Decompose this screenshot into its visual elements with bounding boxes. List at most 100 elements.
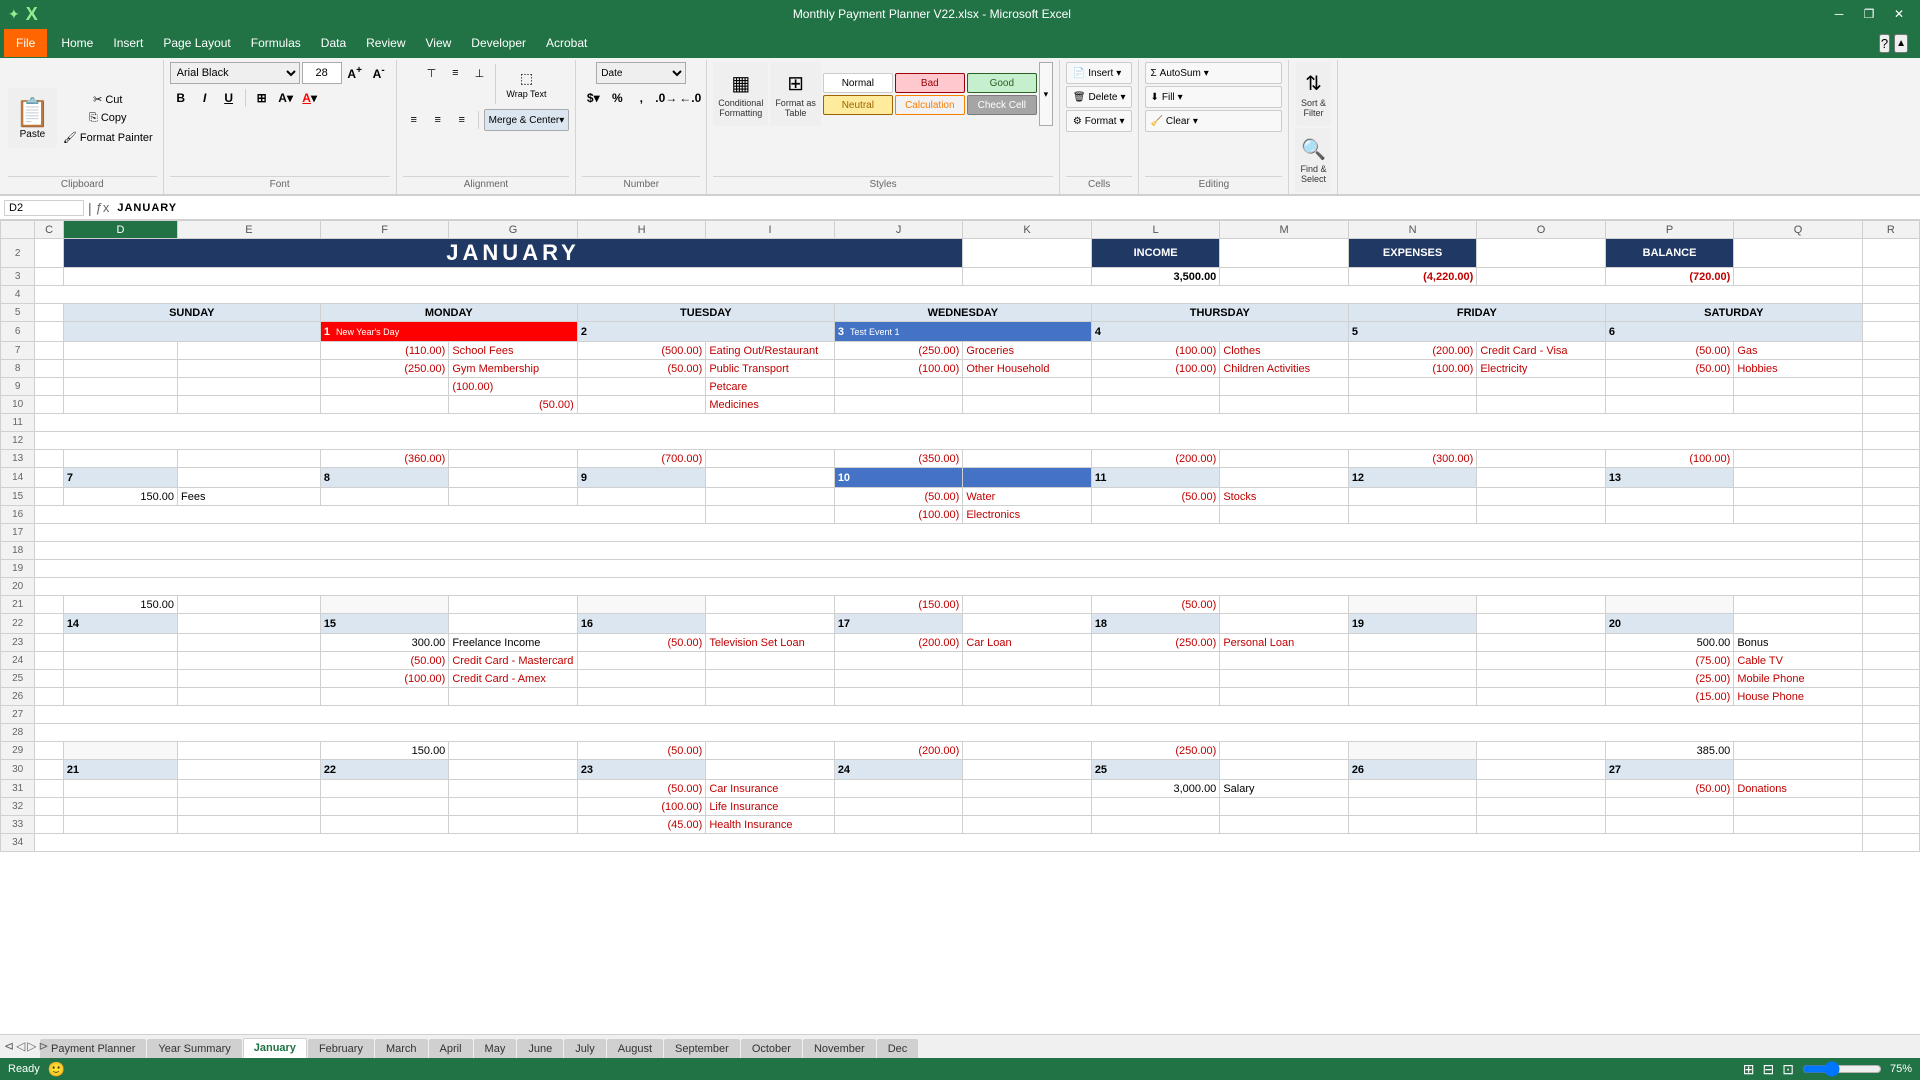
col-header-c[interactable]: C bbox=[35, 221, 64, 239]
col-header-o[interactable]: O bbox=[1477, 221, 1606, 239]
close-button[interactable]: ✕ bbox=[1886, 4, 1912, 24]
col-header-p[interactable]: P bbox=[1605, 221, 1734, 239]
sheet-nav-next[interactable]: ▷ bbox=[27, 1039, 36, 1053]
day-wed-w1[interactable]: 3Test Event 1 bbox=[834, 322, 1091, 342]
fill-color-button[interactable]: A▾ bbox=[275, 87, 297, 109]
style-good-button[interactable]: Good bbox=[967, 73, 1037, 93]
menu-page-layout[interactable]: Page Layout bbox=[153, 29, 240, 57]
style-neutral-button[interactable]: Neutral bbox=[823, 95, 893, 115]
sheet-tab-july[interactable]: July bbox=[564, 1039, 606, 1058]
page-layout-icon[interactable]: ⊞ bbox=[1743, 1061, 1755, 1078]
sheet-tab-dec[interactable]: Dec bbox=[877, 1039, 919, 1058]
autosum-button[interactable]: Σ AutoSum▾ bbox=[1145, 62, 1282, 84]
col-header-q[interactable]: Q bbox=[1734, 221, 1863, 239]
menu-home[interactable]: Home bbox=[51, 29, 103, 57]
col-header-n[interactable]: N bbox=[1348, 221, 1477, 239]
style-calc-button[interactable]: Calculation bbox=[895, 95, 965, 115]
day-sat-w1[interactable]: 6 bbox=[1605, 322, 1862, 342]
col-header-i[interactable]: I bbox=[706, 221, 835, 239]
style-check-button[interactable]: Check Cell bbox=[967, 95, 1037, 115]
day-tue-w1[interactable]: 2 bbox=[577, 322, 834, 342]
sheet-nav-prev[interactable]: ◁ bbox=[16, 1039, 25, 1053]
format-as-table-button[interactable]: ⊞ Format asTable bbox=[770, 62, 821, 126]
paste-button[interactable]: 📋 Paste bbox=[8, 88, 57, 148]
col-header-m[interactable]: M bbox=[1220, 221, 1349, 239]
sort-filter-button[interactable]: ⇅ Sort &Filter bbox=[1296, 62, 1331, 126]
center-align-button[interactable]: ≡ bbox=[427, 109, 449, 131]
menu-review[interactable]: Review bbox=[356, 29, 415, 57]
sheet-tab-year-summary[interactable]: Year Summary bbox=[147, 1039, 241, 1058]
sheet-tab-june[interactable]: June bbox=[517, 1039, 563, 1058]
day-thu-w1[interactable]: 4 bbox=[1091, 322, 1348, 342]
wrap-text-button[interactable]: ⬚ Wrap Text bbox=[501, 62, 551, 106]
italic-button[interactable]: I bbox=[194, 87, 216, 109]
day-sun-w1[interactable] bbox=[63, 322, 320, 342]
january-header[interactable]: JANUARY bbox=[63, 239, 963, 268]
font-size-input[interactable] bbox=[302, 62, 342, 84]
top-align-button[interactable]: ⊤ bbox=[420, 62, 442, 84]
normal-view-icon[interactable]: ⊡ bbox=[1782, 1061, 1794, 1078]
col-header-r[interactable]: R bbox=[1862, 221, 1919, 239]
sheet-tab-april[interactable]: April bbox=[429, 1039, 473, 1058]
style-bad-button[interactable]: Bad bbox=[895, 73, 965, 93]
number-format-select[interactable]: Date General Number Currency bbox=[596, 62, 686, 84]
ribbon-toggle[interactable]: ▲ bbox=[1894, 34, 1908, 53]
border-button[interactable]: ⊞ bbox=[251, 87, 273, 109]
style-normal-button[interactable]: Normal bbox=[823, 73, 893, 93]
col-header-e[interactable]: E bbox=[178, 221, 321, 239]
font-color-button[interactable]: A▾ bbox=[299, 87, 321, 109]
sheet-tab-may[interactable]: May bbox=[474, 1039, 517, 1058]
menu-acrobat[interactable]: Acrobat bbox=[536, 29, 597, 57]
right-align-button[interactable]: ≡ bbox=[451, 109, 473, 131]
col-header-g[interactable]: G bbox=[449, 221, 578, 239]
accounting-button[interactable]: $▾ bbox=[582, 87, 604, 109]
decrease-font-button[interactable]: A- bbox=[368, 62, 390, 84]
zoom-slider[interactable] bbox=[1802, 1061, 1882, 1077]
spreadsheet-wrapper[interactable]: C D E F G H I J K L M N O P Q bbox=[0, 220, 1920, 1034]
help-button[interactable]: ? bbox=[1879, 34, 1890, 53]
minimize-button[interactable]: ─ bbox=[1826, 4, 1852, 24]
expenses-value[interactable]: (4,220.00) bbox=[1348, 268, 1477, 286]
insert-cells-button[interactable]: 📄Insert▾ bbox=[1066, 62, 1133, 84]
day-fri-w1[interactable]: 5 bbox=[1348, 322, 1605, 342]
increase-font-button[interactable]: A+ bbox=[344, 62, 366, 84]
status-icon[interactable]: 🙂 bbox=[48, 1061, 65, 1078]
font-name-select[interactable]: Arial Black bbox=[170, 62, 300, 84]
income-value[interactable]: 3,500.00 bbox=[1091, 268, 1220, 286]
increase-decimal-button[interactable]: .0→ bbox=[654, 87, 676, 109]
copy-button[interactable]: ⎘ Copy bbox=[59, 110, 157, 127]
col-header-l[interactable]: L bbox=[1091, 221, 1220, 239]
percent-button[interactable]: % bbox=[606, 87, 628, 109]
col-header-d[interactable]: D bbox=[63, 221, 177, 239]
file-menu-button[interactable]: File bbox=[4, 29, 47, 57]
menu-developer[interactable]: Developer bbox=[461, 29, 536, 57]
delete-cells-button[interactable]: 🗑Delete▾ bbox=[1066, 86, 1133, 108]
col-header-j[interactable]: J bbox=[834, 221, 963, 239]
menu-formulas[interactable]: Formulas bbox=[241, 29, 311, 57]
page-break-icon[interactable]: ⊟ bbox=[1763, 1061, 1775, 1078]
middle-align-button[interactable]: ≡ bbox=[444, 62, 466, 84]
sheet-tab-november[interactable]: November bbox=[803, 1039, 876, 1058]
comma-button[interactable]: , bbox=[630, 87, 652, 109]
find-select-button[interactable]: 🔍 Find &Select bbox=[1295, 128, 1331, 192]
merge-center-button[interactable]: Merge & Center▾ bbox=[484, 109, 570, 131]
bottom-align-button[interactable]: ⊥ bbox=[468, 62, 490, 84]
col-header-f[interactable]: F bbox=[320, 221, 449, 239]
day-mon-w1[interactable]: 1New Year's Day bbox=[320, 322, 577, 342]
cut-button[interactable]: ✂ Cut bbox=[59, 91, 157, 108]
bold-button[interactable]: B bbox=[170, 87, 192, 109]
sheet-nav-first[interactable]: ⊲ bbox=[4, 1039, 14, 1053]
menu-data[interactable]: Data bbox=[311, 29, 356, 57]
col-header-k[interactable]: K bbox=[963, 221, 1092, 239]
sheet-tab-september[interactable]: September bbox=[664, 1039, 740, 1058]
col-header-h[interactable]: H bbox=[577, 221, 706, 239]
sheet-tab-january[interactable]: January bbox=[243, 1038, 307, 1058]
sheet-tab-october[interactable]: October bbox=[741, 1039, 802, 1058]
sheet-tab-february[interactable]: February bbox=[308, 1039, 374, 1058]
fill-button[interactable]: ⬇ Fill▾ bbox=[1145, 86, 1282, 108]
restore-button[interactable]: ❐ bbox=[1856, 4, 1882, 24]
name-box[interactable]: D2 bbox=[4, 200, 84, 216]
balance-value[interactable]: (720.00) bbox=[1605, 268, 1734, 286]
sheet-tab-march[interactable]: March bbox=[375, 1039, 428, 1058]
underline-button[interactable]: U bbox=[218, 87, 240, 109]
